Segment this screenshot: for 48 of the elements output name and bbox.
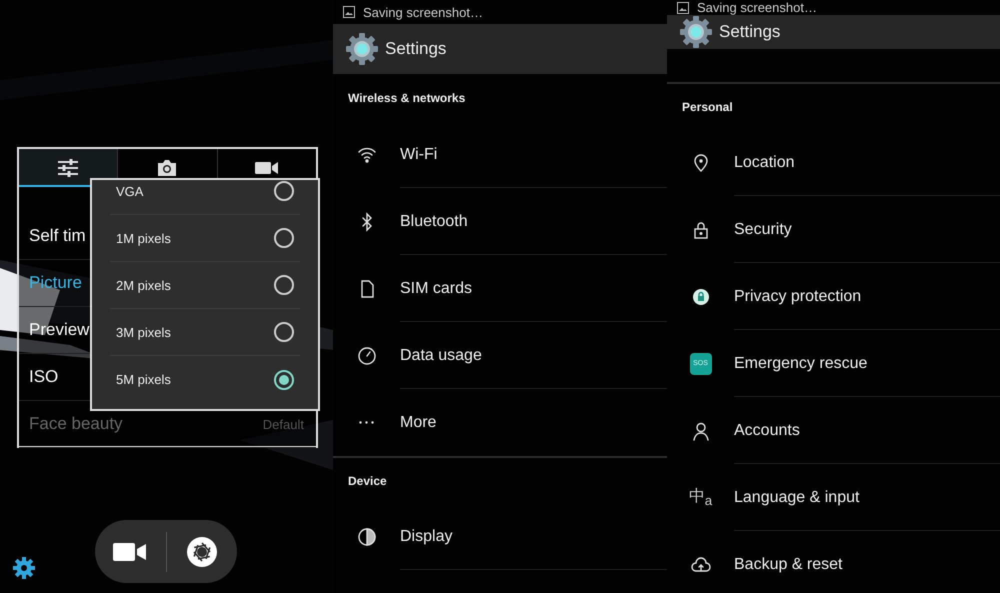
contrast-icon bbox=[356, 526, 376, 546]
setting-value: Default bbox=[262, 416, 304, 432]
section-header: Wireless & networks bbox=[348, 90, 466, 104]
settings-item[interactable]: Wi-Fi bbox=[333, 121, 667, 188]
video-camera-icon bbox=[113, 542, 148, 562]
video-camera-icon bbox=[254, 161, 279, 175]
picture-size-option[interactable]: VGA bbox=[110, 180, 300, 215]
settings-item[interactable]: Accounts bbox=[667, 397, 1000, 464]
image-icon bbox=[677, 2, 689, 14]
settings-item[interactable]: Security bbox=[667, 196, 1000, 263]
radio-button[interactable] bbox=[274, 275, 294, 295]
radio-button[interactable] bbox=[274, 370, 294, 390]
radio-button[interactable] bbox=[274, 181, 294, 201]
settings-item[interactable]: SIM cards bbox=[333, 255, 667, 322]
screen-title: Settings bbox=[385, 39, 446, 59]
settings-icon[interactable] bbox=[13, 557, 35, 579]
screen-title: Settings bbox=[719, 22, 780, 42]
settings-item[interactable]: 中$_{a}$ Language & input bbox=[667, 464, 1000, 531]
settings-tab[interactable] bbox=[19, 149, 118, 187]
shutter-icon bbox=[186, 536, 218, 568]
gauge-icon bbox=[356, 346, 376, 366]
section-header: Personal bbox=[682, 100, 733, 114]
status-text: Saving screenshot… bbox=[697, 0, 817, 15]
picture-size-option[interactable]: 5M pixels bbox=[110, 356, 300, 403]
person-icon bbox=[690, 420, 710, 440]
radio-button[interactable] bbox=[274, 322, 294, 342]
settings-item[interactable]: Location bbox=[667, 129, 1000, 196]
cloud-upload-icon bbox=[690, 554, 710, 574]
settings-item[interactable]: Privacy protection bbox=[667, 263, 1000, 330]
settings-item[interactable]: More bbox=[333, 389, 667, 456]
settings-icon bbox=[345, 32, 379, 66]
settings-item[interactable]: Data usage bbox=[333, 322, 667, 389]
sliders-icon bbox=[57, 159, 80, 177]
radio-button[interactable] bbox=[274, 228, 294, 248]
settings-item[interactable]: Bluetooth bbox=[333, 188, 667, 255]
settings-item[interactable]: Display bbox=[333, 503, 667, 570]
settings-icon bbox=[679, 15, 713, 49]
camera-icon bbox=[156, 159, 178, 177]
picture-size-option[interactable]: 2M pixels bbox=[110, 262, 300, 309]
language-glyph: 中$_{a}$ bbox=[688, 486, 712, 509]
shield-lock-icon bbox=[690, 286, 710, 306]
settings-item[interactable]: Backup & reset bbox=[667, 531, 1000, 593]
image-icon bbox=[343, 6, 355, 18]
picture-size-option[interactable]: 1M pixels bbox=[110, 215, 300, 262]
picture-size-option[interactable]: 3M pixels bbox=[110, 309, 300, 356]
status-text: Saving screenshot… bbox=[363, 4, 483, 20]
section-header: Device bbox=[348, 474, 387, 488]
more-icon bbox=[359, 421, 374, 424]
